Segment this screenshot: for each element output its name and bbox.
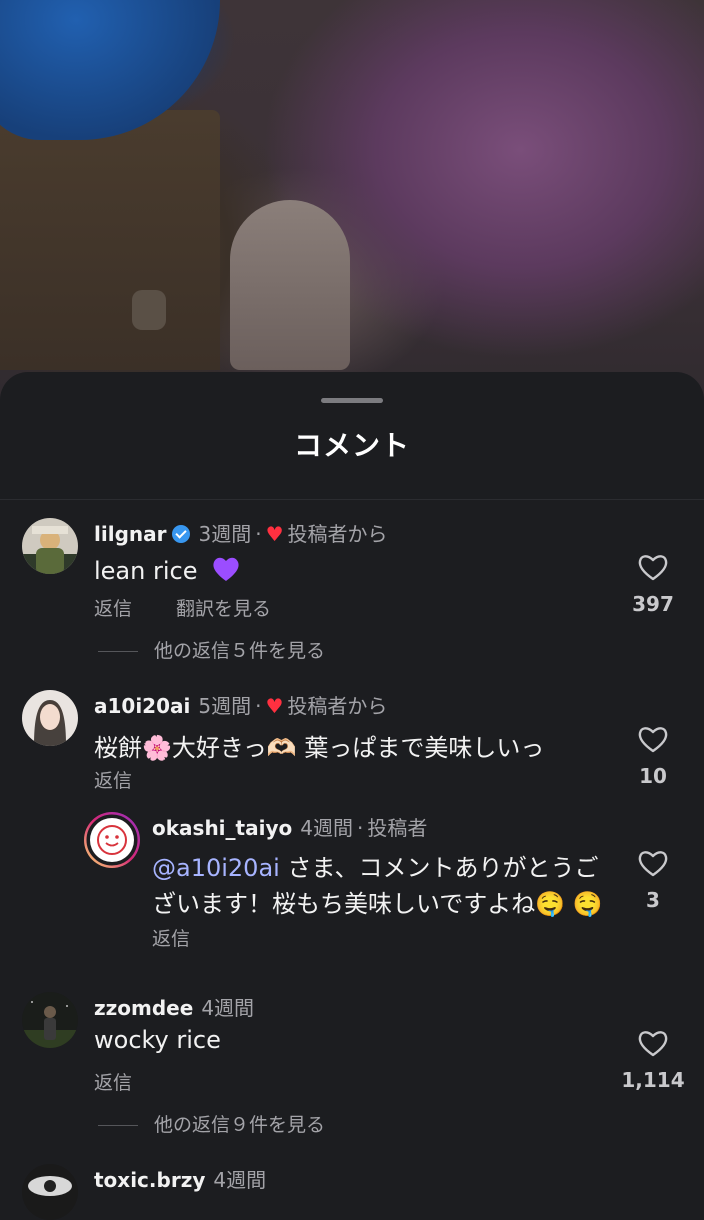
comment-text: wocky rice [94,1026,221,1054]
heart-outline-icon[interactable] [637,1028,669,1058]
separator-dot: · [356,816,364,840]
comment-actions: 返信 [94,1068,176,1095]
comment-actions: 返信 [152,924,234,951]
like-count: 397 [632,592,674,616]
post-background-image [0,0,704,420]
comment-meta: lilgnar 3週間 · ♥ 投稿者から [94,518,388,547]
separator-dot: · [255,694,262,718]
heart-outline-icon[interactable] [637,724,669,754]
comment-text: lean rice [94,554,241,585]
comment-actions: 返信 [94,766,176,793]
verified-badge-icon [172,525,191,543]
timestamp: 4週間 [300,816,353,840]
comment-meta: zzomdee 4週間 [94,992,254,1021]
author-liked-heart-icon: ♥ [265,694,284,718]
translate-button[interactable]: 翻訳を見る [176,598,271,620]
avatar[interactable] [22,690,78,746]
timestamp: 4週間 [213,1168,267,1192]
divider [0,499,704,500]
username[interactable]: zzomdee [94,996,193,1020]
author-liked-heart-icon: ♥ [265,522,284,546]
comment-meta: okashi_taiyo 4週間 · 投稿者 [152,812,427,841]
username[interactable]: lilgnar [94,522,166,546]
comment-actions: 返信 翻訳を見る [94,594,315,621]
reply-button[interactable]: 返信 [94,770,132,792]
like-count: 3 [646,888,660,912]
like-count: 1,114 [621,1068,685,1092]
comment-meta: toxic.brzy 4週間 [94,1164,266,1193]
comments-sheet: コメント lilgnar 3週間 · ♥ 投稿者から lean rice 返信 翻訳を見る [0,372,704,1220]
reply-thread-line [98,651,138,652]
mention-link[interactable]: @a10i20ai [152,854,280,882]
heart-outline-icon[interactable] [637,848,669,878]
reply-button[interactable]: 返信 [152,928,190,950]
username[interactable]: okashi_taiyo [152,816,292,840]
avatar[interactable] [84,812,140,868]
reply-button[interactable]: 返信 [94,598,132,620]
purple-heart-emoji [211,557,241,585]
like-count: 10 [639,764,667,788]
comment-text: 桜餅🌸大好きっ🫶🏻 葉っぱまで美味しいっ [94,734,545,762]
avatar[interactable] [22,1164,78,1220]
like-control: 397 [623,552,683,616]
author-liked-label: 投稿者から [287,522,388,546]
drag-handle[interactable] [321,398,383,403]
reply-thread-line [98,1125,138,1126]
view-more-replies[interactable]: 他の返信５件を見る [98,636,325,663]
avatar[interactable] [22,992,78,1048]
view-more-replies[interactable]: 他の返信９件を見る [98,1110,325,1137]
username[interactable]: toxic.brzy [94,1168,205,1192]
timestamp: 3週間 [198,522,252,546]
sheet-title: コメント [293,429,410,462]
author-badge: 投稿者 [367,816,428,840]
timestamp: 4週間 [201,996,255,1020]
timestamp: 5週間 [198,694,252,718]
like-control: 10 [623,724,683,788]
username[interactable]: a10i20ai [94,694,190,718]
author-liked-label: 投稿者から [287,694,388,718]
separator-dot: · [255,522,262,546]
reply-button[interactable]: 返信 [94,1072,132,1094]
like-control: 1,114 [621,1028,685,1092]
like-control: 3 [623,848,683,912]
comment-text: @a10i20ai さま、コメントありがとうご ざいます！桜もち美味しいですよね… [152,854,603,918]
heart-outline-icon[interactable] [637,552,669,582]
avatar[interactable] [22,518,78,574]
comment-meta: a10i20ai 5週間 · ♥ 投稿者から [94,690,387,719]
